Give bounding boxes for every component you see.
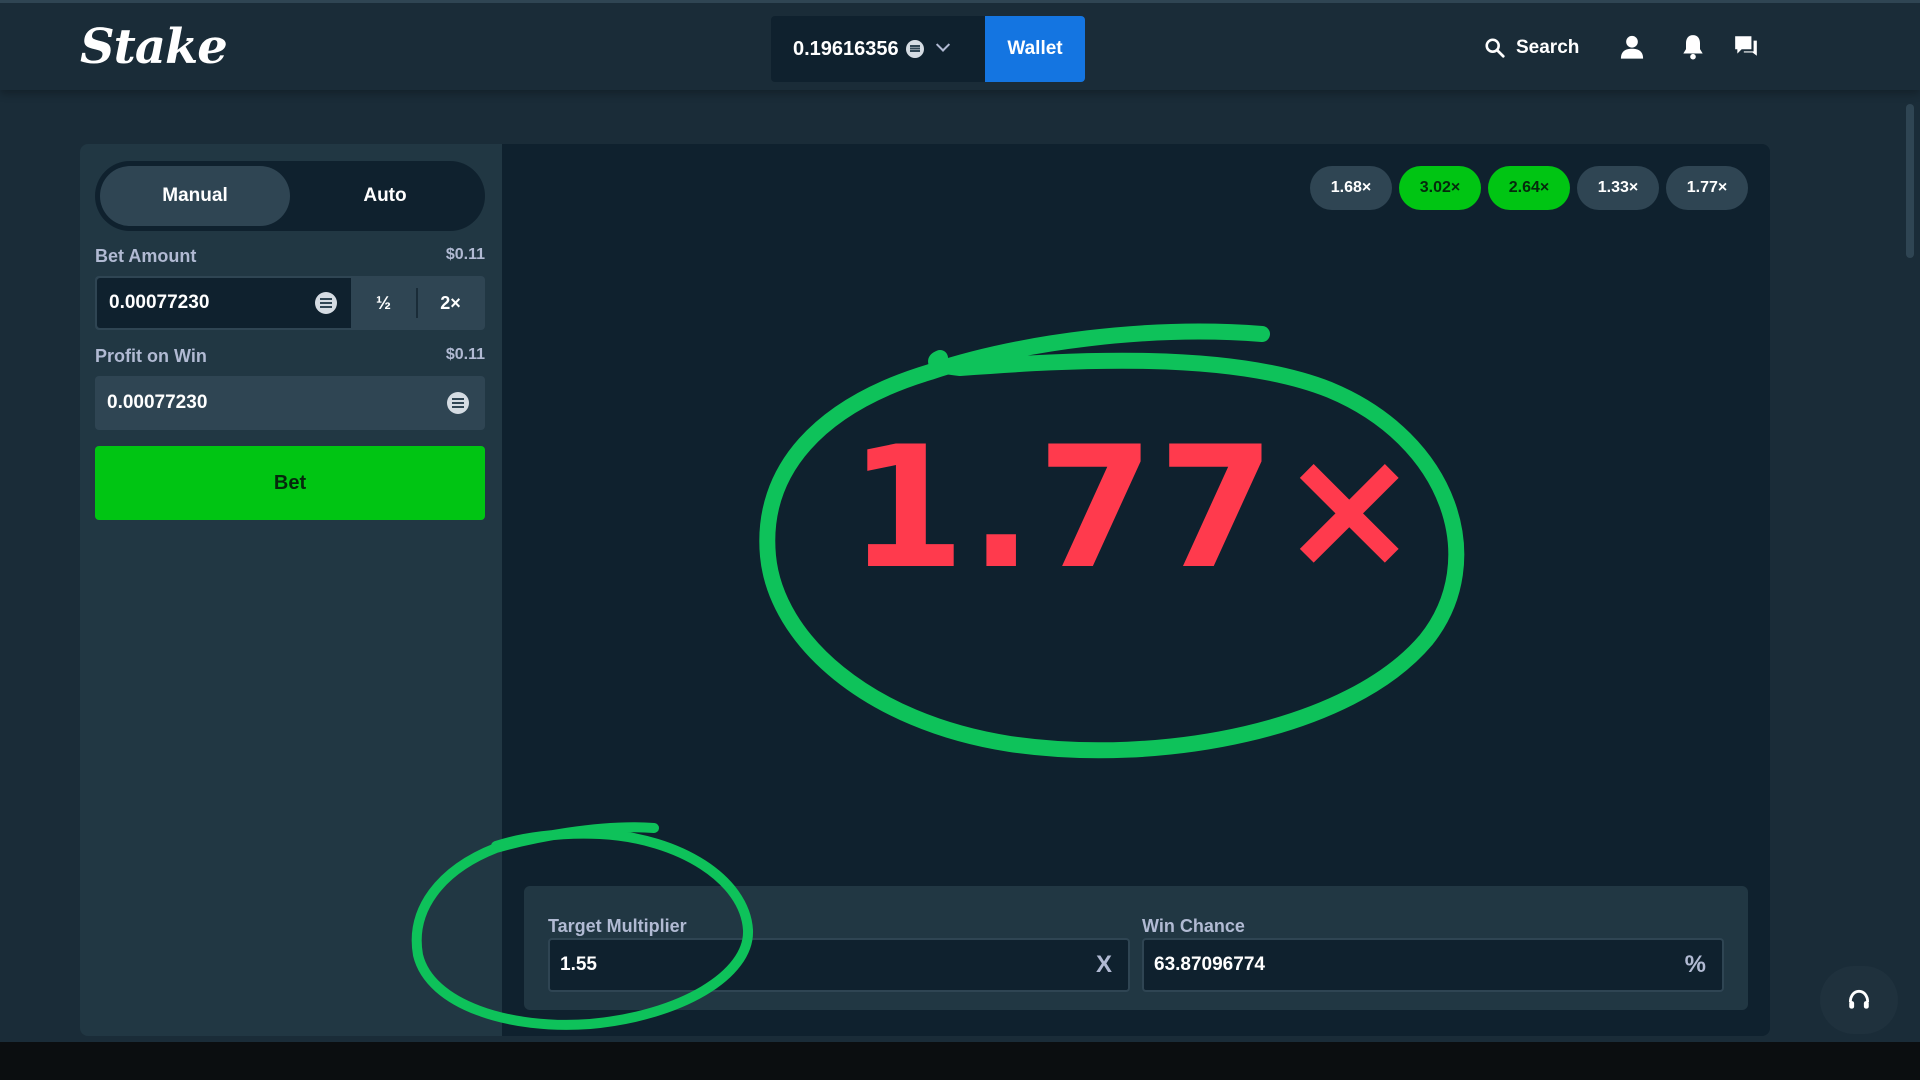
currency-coin-icon: [905, 40, 924, 58]
profit-label-row: Profit on Win $0.11: [95, 346, 485, 367]
profit-on-win-value: 0.00077230: [107, 392, 208, 413]
page-scrollbar[interactable]: [1906, 104, 1914, 258]
result-multiplier: 1.77×: [848, 410, 1424, 606]
bet-amount-input[interactable]: 0.00077230: [97, 278, 351, 328]
bottom-strip: [0, 1042, 1920, 1080]
currency-coin-icon: [315, 292, 337, 314]
win-chance-input[interactable]: 63.87096774 %: [1142, 938, 1724, 992]
bet-amount-label-row: Bet Amount $0.11: [95, 246, 485, 267]
bet-amount-usd: $0.11: [445, 246, 485, 263]
target-multiplier-value: 1.55: [560, 954, 597, 975]
profit-on-win-field: 0.00077230: [95, 376, 485, 430]
bet-button[interactable]: Bet: [95, 446, 485, 520]
win-chance-value: 63.87096774: [1154, 954, 1265, 975]
multiplier-suffix: X: [1095, 951, 1112, 978]
target-multiplier-label: Target Multiplier: [548, 916, 687, 936]
balance-amount: 0.19616356: [793, 37, 899, 60]
balance-selector[interactable]: 0.19616356: [771, 16, 985, 82]
result-history: 1.68× 3.02× 2.64× 1.33× 1.77×: [1310, 166, 1748, 210]
percent-suffix: %: [1684, 951, 1706, 978]
bell-icon: [1683, 35, 1703, 60]
search-button[interactable]: Search: [1484, 31, 1579, 65]
auto-mode-tab[interactable]: Auto: [290, 166, 480, 226]
headset-icon: [1848, 989, 1870, 1009]
game-settings-panel: Target Multiplier 1.55 X Win Chance 63.8…: [524, 886, 1748, 1010]
search-label: Search: [1516, 37, 1580, 58]
history-chip[interactable]: 1.33×: [1577, 166, 1659, 210]
search-icon: [1485, 38, 1505, 58]
half-bet-button[interactable]: ½: [351, 278, 416, 328]
history-chip[interactable]: 1.77×: [1666, 166, 1748, 210]
profit-on-win-label: Profit on Win: [95, 346, 207, 366]
chevron-down-icon: [935, 37, 950, 52]
user-icon: [1620, 35, 1644, 59]
wallet-button[interactable]: Wallet: [985, 16, 1085, 82]
chat-button[interactable]: [1733, 33, 1763, 63]
history-chip[interactable]: 1.68×: [1310, 166, 1392, 210]
top-navigation-bar: Stake 0.19616356 Wallet Search: [0, 0, 1920, 90]
double-bet-button[interactable]: 2×: [418, 278, 483, 328]
game-area: 1.68× 3.02× 2.64× 1.33× 1.77× 1.77× Targ…: [502, 144, 1770, 1036]
bet-mode-toggle: Manual Auto: [95, 161, 485, 231]
manual-mode-tab[interactable]: Manual: [100, 166, 290, 226]
history-chip[interactable]: 2.64×: [1488, 166, 1570, 210]
bet-amount-value: 0.00077230: [109, 292, 210, 313]
bet-control-panel: Manual Auto Bet Amount $0.11 0.00077230 …: [80, 144, 502, 1036]
target-multiplier-input[interactable]: 1.55 X: [548, 938, 1130, 992]
notifications-button[interactable]: [1680, 33, 1710, 63]
bet-amount-control: 0.00077230 ½ 2×: [95, 276, 485, 330]
bet-amount-label: Bet Amount: [95, 246, 197, 266]
win-chance-label: Win Chance: [1142, 916, 1245, 936]
history-chip[interactable]: 3.02×: [1399, 166, 1481, 210]
profit-on-win-usd: $0.11: [445, 346, 485, 363]
currency-coin-icon: [447, 392, 469, 414]
support-button[interactable]: [1820, 966, 1898, 1034]
user-profile-button[interactable]: [1618, 33, 1648, 63]
stake-logo[interactable]: Stake: [80, 19, 228, 75]
chat-icon: [1735, 36, 1757, 56]
